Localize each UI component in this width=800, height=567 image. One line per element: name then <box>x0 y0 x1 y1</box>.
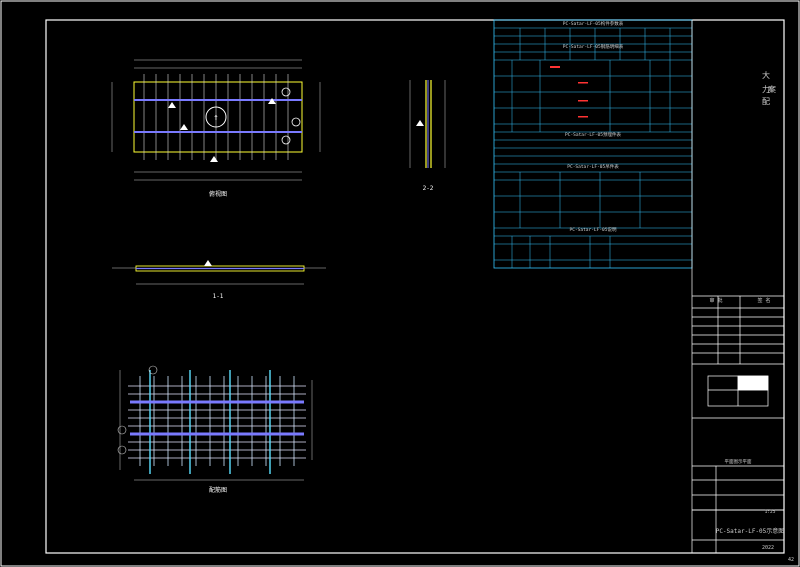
side-char-3: 案 <box>768 84 776 94</box>
side-char-1: 大 <box>762 70 770 80</box>
note-table-title: PC-Satar-LF-05说明 <box>570 226 617 233</box>
drawing-scale: 1:25 <box>765 509 776 515</box>
svg-text:↑: ↑ <box>213 113 218 123</box>
main-table-title: PC-Satar-LF-05构件参数表 <box>563 20 624 27</box>
page-number: 42 <box>788 557 794 563</box>
section-1-1-label: 1-1 <box>213 293 224 300</box>
embed-table-title: PC-Satar-LF-05预埋件表 <box>565 131 621 138</box>
sheet-number: 2022 <box>762 545 774 551</box>
rebar-view-label: 配筋图 <box>209 486 227 494</box>
lift-table-title: PC-Satar-LF-05吊件表 <box>567 163 619 170</box>
block-label: 平面图示平面 <box>725 459 752 465</box>
cad-drawing-canvas: ↑ 俯视图 2-2 1-1 配筋图 PC-Satar-LF-05构件参数表 PC… <box>0 0 800 567</box>
side-char-4: 配 <box>762 97 770 106</box>
title-block-header-1: 审 批 <box>709 297 722 304</box>
drawing-name: PC-Satar-LF-05示意图 <box>716 527 785 535</box>
rebar-table-title: PC-Satar-LF-05钢筋明细表 <box>563 43 624 50</box>
title-block <box>691 20 784 553</box>
plan-view: ↑ 俯视图 <box>111 59 321 198</box>
section-2-2-label: 2-2 <box>423 185 434 192</box>
section-1-1: 1-1 <box>112 260 326 300</box>
rebar-view: 配筋图 <box>117 365 313 494</box>
title-block-header-2: 签 名 <box>757 297 770 304</box>
section-2-2: 2-2 <box>409 80 446 192</box>
plan-view-label: 俯视图 <box>209 190 227 198</box>
sheet-border <box>0 0 800 567</box>
